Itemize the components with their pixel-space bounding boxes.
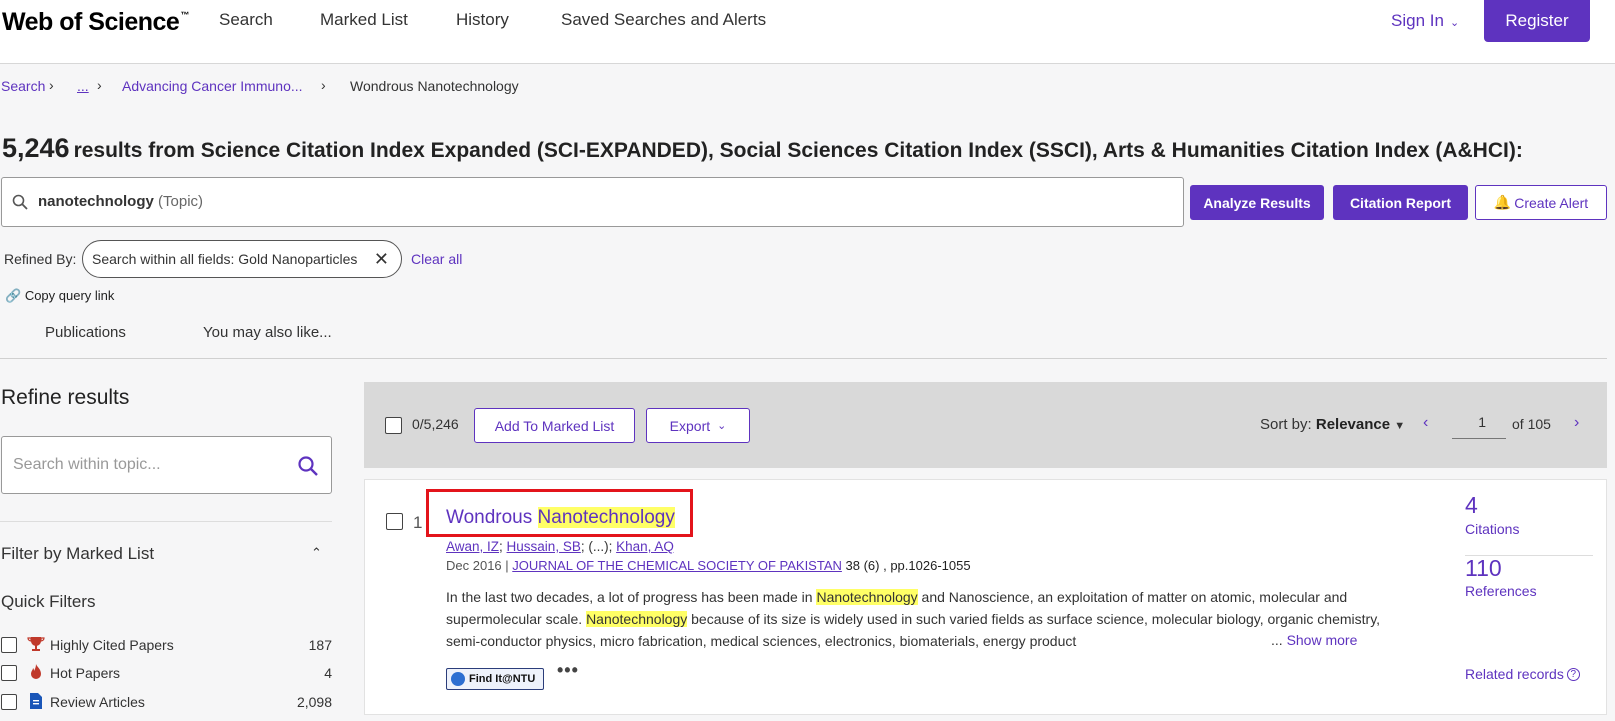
results-toolbar: 0/5,246 Add To Marked List Export ⌄ Sort … xyxy=(364,382,1607,468)
filter-hot-papers[interactable]: Hot Papers 4 xyxy=(1,663,333,683)
copy-query-link[interactable]: 🔗 Copy query link xyxy=(5,288,114,304)
chevron-right-icon: › xyxy=(49,77,54,93)
related-records-link[interactable]: Related records? xyxy=(1465,666,1580,682)
filter-review-articles[interactable]: Review Articles 2,098 xyxy=(1,692,333,712)
link-icon: 🔗 xyxy=(5,288,22,303)
record-checkbox[interactable] xyxy=(386,513,403,530)
filter-by-marked-list[interactable]: Filter by Marked List xyxy=(1,544,154,564)
citations-label: Citations xyxy=(1465,521,1520,537)
nav-marked-list[interactable]: Marked List xyxy=(320,10,408,30)
search-icon xyxy=(12,194,28,210)
flame-icon xyxy=(31,664,41,679)
document-icon xyxy=(30,693,42,709)
breadcrumb-search[interactable]: Search xyxy=(1,78,45,94)
close-icon[interactable]: ✕ xyxy=(374,249,389,270)
citations-count[interactable]: 4 xyxy=(1465,492,1478,519)
caret-down-icon: ▼ xyxy=(1394,420,1406,432)
trophy-icon xyxy=(27,637,45,651)
record-authors: Awan, IZ; Hussain, SB; (...); Khan, AQ xyxy=(446,539,674,554)
breadcrumb-parent[interactable]: Advancing Cancer Immuno... xyxy=(122,78,303,94)
topic-search-input[interactable]: Search within topic... xyxy=(1,436,332,494)
clear-all-link[interactable]: Clear all xyxy=(411,251,462,267)
more-options-icon[interactable]: ••• xyxy=(557,660,579,681)
wos-logo[interactable]: Web of Science™ xyxy=(2,8,189,37)
record-source: Dec 2016 | JOURNAL OF THE CHEMICAL SOCIE… xyxy=(446,558,971,573)
bell-icon: 🔔 xyxy=(1493,194,1512,210)
find-it-button[interactable]: Find It@NTU xyxy=(446,668,544,690)
help-icon: ? xyxy=(1566,668,1580,681)
refine-chip[interactable]: Search within all fields: Gold Nanoparti… xyxy=(82,240,402,278)
chevron-right-icon: › xyxy=(97,77,102,93)
checkbox[interactable] xyxy=(1,665,17,681)
register-button[interactable]: Register xyxy=(1484,0,1590,42)
citation-report-button[interactable]: Citation Report xyxy=(1333,185,1468,220)
add-to-marked-list-button[interactable]: Add To Marked List xyxy=(474,408,635,443)
top-header: Web of Science™ Search Marked List Histo… xyxy=(0,0,1615,64)
tab-divider xyxy=(0,358,1607,359)
breadcrumb-current: Wondrous Nanotechnology xyxy=(350,78,519,94)
chevron-right-icon: › xyxy=(321,77,326,93)
globe-icon xyxy=(451,672,465,686)
record-abstract: In the last two decades, a lot of progre… xyxy=(446,589,1381,649)
journal-link[interactable]: JOURNAL OF THE CHEMICAL SOCIETY OF PAKIS… xyxy=(512,558,842,573)
chevron-up-icon[interactable]: ⌃ xyxy=(311,545,322,561)
refine-results-title: Refine results xyxy=(1,386,130,409)
show-more: ... Show more xyxy=(1271,632,1358,648)
record-card: 1 Wondrous Nanotechnology Awan, IZ; Huss… xyxy=(364,479,1607,715)
record-title[interactable]: Wondrous Nanotechnology xyxy=(446,507,675,529)
breadcrumb-ellipsis[interactable]: ... xyxy=(77,78,89,94)
chevron-down-icon: ⌄ xyxy=(1449,17,1460,29)
prev-page-icon[interactable]: ‹ xyxy=(1423,414,1428,432)
record-index: 1 xyxy=(413,513,423,532)
tab-publications[interactable]: Publications xyxy=(45,324,126,341)
query-field: (Topic) xyxy=(158,193,204,210)
nav-saved-searches[interactable]: Saved Searches and Alerts xyxy=(561,10,766,30)
tab-you-may-also-like[interactable]: You may also like... xyxy=(203,324,332,341)
query-term: nanotechnology xyxy=(38,193,154,210)
author-link[interactable]: Khan, AQ xyxy=(616,539,674,554)
create-alert-button[interactable]: 🔔 Create Alert xyxy=(1475,185,1607,220)
sign-in-button[interactable]: Sign In ⌄ xyxy=(1391,11,1459,31)
references-label: References xyxy=(1465,583,1537,599)
author-link[interactable]: Awan, IZ xyxy=(446,539,499,554)
page-total: of 105 xyxy=(1512,416,1551,432)
nav-history[interactable]: History xyxy=(456,10,509,30)
show-more-link[interactable]: Show more xyxy=(1287,632,1358,648)
author-link[interactable]: Hussain, SB xyxy=(507,539,581,554)
analyze-results-button[interactable]: Analyze Results xyxy=(1190,185,1324,220)
sidebar-divider xyxy=(0,521,332,522)
next-page-icon[interactable]: › xyxy=(1574,414,1579,432)
select-all-checkbox[interactable] xyxy=(385,417,402,434)
quick-filters-title: Quick Filters xyxy=(1,592,96,611)
filter-highly-cited[interactable]: Highly Cited Papers 187 xyxy=(1,635,333,655)
selected-count: 0/5,246 xyxy=(412,416,459,432)
chevron-down-icon: ⌄ xyxy=(717,420,727,432)
sort-by-dropdown[interactable]: Sort by: Relevance ▼ xyxy=(1260,416,1405,433)
page-number-input[interactable] xyxy=(1452,406,1506,439)
query-box[interactable]: nanotechnology (Topic) xyxy=(1,177,1184,227)
topic-search-placeholder: Search within topic... xyxy=(13,456,161,473)
results-summary: 5,246 results from Science Citation Index… xyxy=(2,133,1523,163)
references-count[interactable]: 110 xyxy=(1465,555,1502,582)
checkbox[interactable] xyxy=(1,637,17,653)
refined-by-label: Refined By: xyxy=(4,251,77,267)
nav-search[interactable]: Search xyxy=(219,10,273,30)
export-button[interactable]: Export ⌄ xyxy=(646,408,750,443)
checkbox[interactable] xyxy=(1,694,17,710)
search-icon[interactable] xyxy=(297,455,319,477)
